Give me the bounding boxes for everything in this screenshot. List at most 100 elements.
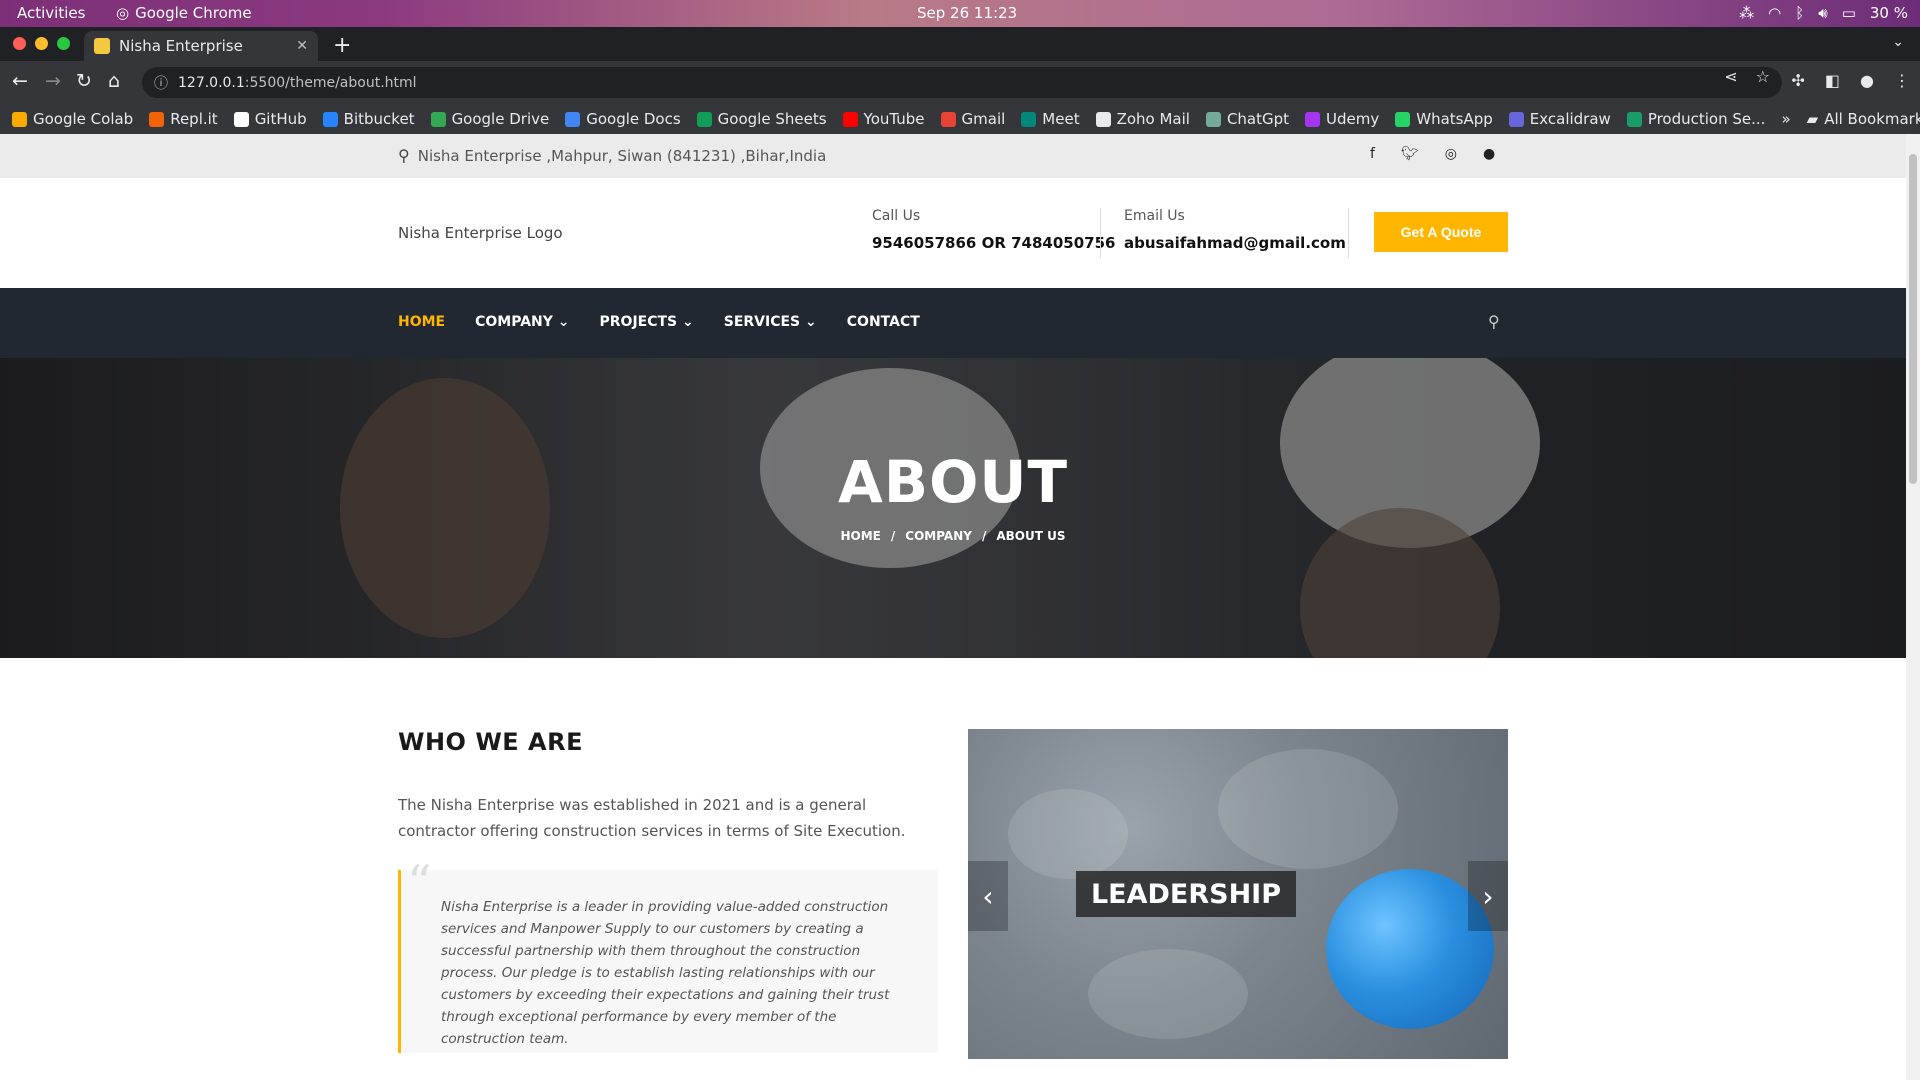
breadcrumb-home[interactable]: HOME <box>841 529 881 543</box>
side-panel-icon[interactable]: ◧ <box>1825 71 1840 90</box>
breadcrumb-separator: / <box>890 529 896 543</box>
main-navigation: HOME COMPANY ⌄ PROJECTS ⌄ SERVICES ⌄ CON… <box>0 288 1906 358</box>
bookmark-star-icon[interactable]: ☆ <box>1756 67 1770 86</box>
meet-icon <box>1021 111 1037 127</box>
map-pin-icon: ⚲ <box>398 146 410 165</box>
site-header: Nisha Enterprise Logo Call Us 9546057866… <box>0 178 1906 288</box>
maximize-window-button[interactable] <box>57 37 70 50</box>
bookmark-production[interactable]: Production Se... <box>1626 110 1765 128</box>
page-title: ABOUT <box>837 448 1069 516</box>
instagram-icon[interactable]: ◎ <box>1445 146 1457 162</box>
app-menu[interactable]: ◎ Google Chrome <box>116 4 252 22</box>
url-path: :5500/theme/about.html <box>244 74 417 91</box>
url-host: 127.0.0.1 <box>178 74 245 91</box>
extensions-icon[interactable]: ✣ <box>1792 71 1805 90</box>
email-us-value: abusaifahmad@gmail.com <box>1124 234 1346 252</box>
breadcrumb-separator: / <box>981 529 987 543</box>
address-text: Nisha Enterprise ,Mahpur, Siwan (841231)… <box>417 146 827 165</box>
bookmark-excalidraw[interactable]: Excalidraw <box>1508 110 1611 128</box>
bookmark-gmail[interactable]: Gmail <box>940 110 1005 128</box>
breadcrumb-company[interactable]: COMPANY <box>905 529 972 543</box>
get-quote-button[interactable]: Get A Quote <box>1374 212 1508 252</box>
close-window-button[interactable] <box>13 37 26 50</box>
facebook-icon[interactable]: f <box>1370 146 1375 162</box>
minimize-window-button[interactable] <box>35 37 48 50</box>
all-bookmarks-button[interactable]: ▰All Bookmarks <box>1807 110 1920 128</box>
chevron-down-icon: ⌄ <box>557 314 570 330</box>
section-title: WHO WE ARE <box>398 728 583 756</box>
bookmark-meet[interactable]: Meet <box>1021 110 1080 128</box>
breadcrumb: HOME / COMPANY / ABOUT US <box>0 529 1906 543</box>
more-bookmarks-button[interactable]: » <box>1781 110 1790 128</box>
wifi-icon: ◠ <box>1768 4 1782 22</box>
bookmark-chatgpt[interactable]: ChatGpt <box>1205 110 1289 128</box>
nav-home[interactable]: HOME <box>398 314 445 330</box>
divider <box>1100 208 1101 258</box>
slider-next-button[interactable]: › <box>1468 861 1508 931</box>
bookmark-google-drive[interactable]: Google Drive <box>430 110 549 128</box>
tab-strip: Nisha Enterprise ✕ + ⌄ <box>0 27 1920 61</box>
address-bar[interactable]: ⓘ 127.0.0.1:5500/theme/about.html <box>142 67 1782 98</box>
site-info-icon[interactable]: ⓘ <box>154 73 168 93</box>
close-tab-icon[interactable]: ✕ <box>296 38 308 54</box>
bookmark-replit[interactable]: Repl.it <box>149 110 218 128</box>
site-logo[interactable]: Nisha Enterprise Logo <box>398 224 563 242</box>
nav-services[interactable]: SERVICES ⌄ <box>724 314 817 330</box>
docs-icon <box>565 111 581 127</box>
slider-prev-button[interactable]: ‹ <box>968 861 1008 931</box>
twitter-icon[interactable]: 🐦︎ <box>1401 146 1419 162</box>
about-section: WHO WE ARE The Nisha Enterprise was esta… <box>0 658 1906 1080</box>
bookmark-google-colab[interactable]: Google Colab <box>12 110 133 128</box>
share-icon[interactable]: ⋖ <box>1724 67 1737 86</box>
bookmark-github[interactable]: GitHub <box>233 110 307 128</box>
bookmark-bitbucket[interactable]: Bitbucket <box>322 110 415 128</box>
browser-tab[interactable]: Nisha Enterprise ✕ <box>84 31 318 61</box>
reload-icon[interactable]: ↻ <box>76 70 92 92</box>
top-info-bar: ⚲ Nisha Enterprise ,Mahpur, Siwan (84123… <box>0 134 1906 178</box>
call-us-value: 9546057866 OR 7484050756 <box>872 234 1116 252</box>
breadcrumb-current: ABOUT US <box>996 529 1066 543</box>
forward-icon[interactable]: → <box>45 70 61 92</box>
page-viewport: ⚲ Nisha Enterprise ,Mahpur, Siwan (84123… <box>0 134 1906 1080</box>
back-icon[interactable]: ← <box>12 70 28 92</box>
call-us-label: Call Us <box>872 208 921 224</box>
nav-contact[interactable]: CONTACT <box>847 314 920 330</box>
activities-button[interactable]: Activities <box>17 4 85 22</box>
nav-projects[interactable]: PROJECTS ⌄ <box>600 314 694 330</box>
bookmark-whatsapp[interactable]: WhatsApp <box>1395 110 1493 128</box>
nav-company[interactable]: COMPANY ⌄ <box>475 314 569 330</box>
email-us-box: Email Us abusaifahmad@gmail.com <box>1124 208 1346 252</box>
bitbucket-icon <box>322 111 338 127</box>
bookmark-youtube[interactable]: YouTube <box>842 110 925 128</box>
clock[interactable]: Sep 26 11:23 <box>917 4 1017 22</box>
chevron-down-icon: ⌄ <box>805 314 817 330</box>
bookmark-google-sheets[interactable]: Google Sheets <box>696 110 827 128</box>
social-links: f 🐦︎ ◎ ● <box>1370 146 1495 162</box>
github-icon[interactable]: ● <box>1483 146 1495 162</box>
email-us-label: Email Us <box>1124 208 1185 224</box>
scrollbar-thumb[interactable] <box>1909 154 1917 484</box>
new-tab-button[interactable]: + <box>333 33 351 58</box>
battery-level: 30 % <box>1869 4 1908 22</box>
tab-search-chevron-icon[interactable]: ⌄ <box>1892 34 1904 50</box>
github-icon <box>233 111 249 127</box>
page-scrollbar[interactable] <box>1906 134 1920 1080</box>
bookmark-udemy[interactable]: Udemy <box>1305 110 1379 128</box>
page-banner: ABOUT HOME / COMPANY / ABOUT US <box>0 358 1906 658</box>
profile-avatar[interactable]: ● <box>1860 71 1874 90</box>
quote-text: Nisha Enterprise is a leader in providin… <box>441 899 890 1047</box>
volume-icon: 🔊︎ <box>1818 4 1828 22</box>
intro-paragraph: The Nisha Enterprise was established in … <box>398 796 906 840</box>
tab-title: Nisha Enterprise <box>119 37 243 55</box>
folder-icon: ▰ <box>1806 110 1819 128</box>
home-icon[interactable]: ⌂ <box>108 70 120 92</box>
bookmark-google-docs[interactable]: Google Docs <box>565 110 681 128</box>
chrome-menu-icon[interactable]: ⋮ <box>1894 71 1910 90</box>
quote-icon: “ <box>407 855 432 911</box>
bookmark-zoho-mail[interactable]: Zoho Mail <box>1095 110 1190 128</box>
search-icon[interactable]: ⚲ <box>1488 312 1500 331</box>
production-icon <box>1626 111 1642 127</box>
network-icon: ⁂ <box>1739 4 1755 22</box>
system-tray[interactable]: ⁂ ◠ ᛒ 🔊︎ ▭ 30 % <box>1739 4 1908 22</box>
battery-icon: ▭ <box>1841 4 1856 22</box>
